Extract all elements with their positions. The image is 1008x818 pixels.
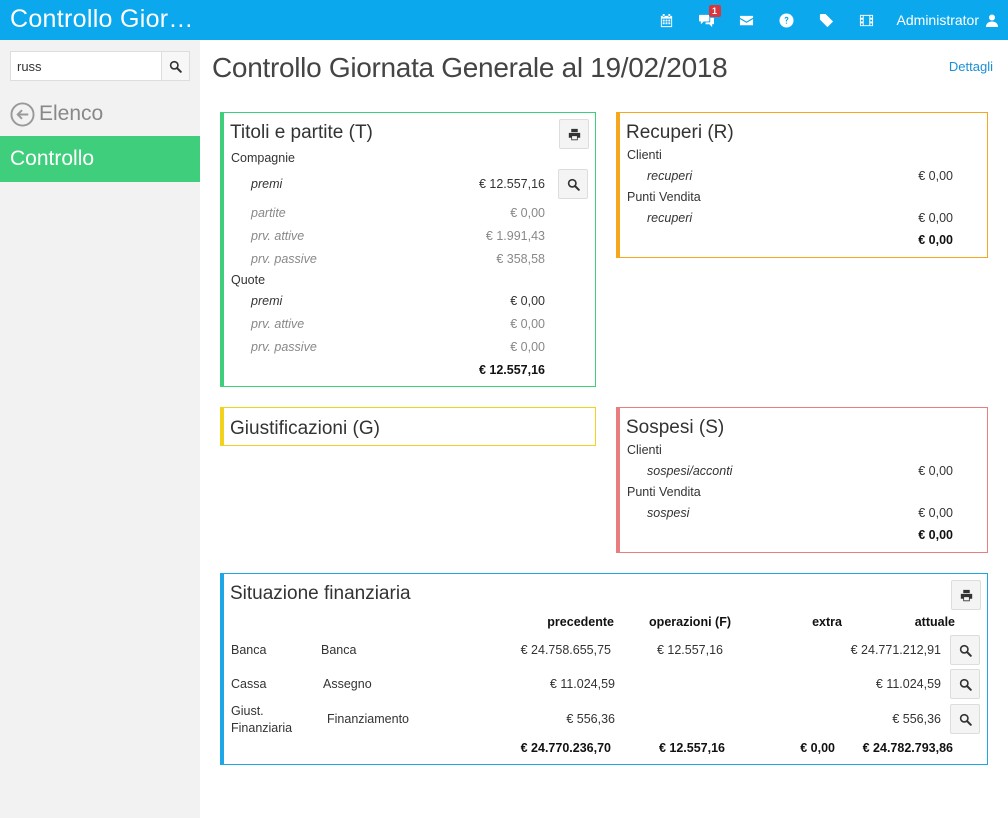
search-input[interactable]: [10, 51, 161, 81]
fin-row-name: Assegno: [323, 677, 372, 691]
calendar-icon[interactable]: [647, 0, 687, 40]
titoli-title: Titoli e partite (T): [230, 122, 373, 143]
user-menu[interactable]: Administrator: [887, 0, 1008, 40]
fin-row-name: Finanziamento: [327, 712, 409, 726]
recuperi-group-clienti: Clienti: [627, 148, 662, 162]
finanziaria-print-button[interactable]: [951, 580, 981, 610]
sidebar-item-controllo[interactable]: Controllo: [0, 136, 200, 182]
fin-row-type-line1: Giust.: [231, 704, 264, 718]
search-icon: [959, 678, 972, 691]
search-button[interactable]: [161, 51, 190, 81]
titoli-print-button[interactable]: [559, 119, 589, 149]
fin-row-attuale: € 11.024,59: [875, 677, 941, 691]
print-icon: [960, 589, 972, 601]
fin-row-precedente: € 556,36: [566, 712, 615, 726]
titoli-row-value: € 0,00: [510, 340, 545, 354]
sospesi-row-label: sospesi/acconti: [647, 464, 733, 478]
user-name: Administrator: [896, 12, 979, 28]
back-to-list[interactable]: Elenco: [10, 100, 103, 128]
sospesi-row-label: sospesi: [647, 506, 690, 520]
titoli-row-label: prv. passive: [251, 340, 317, 354]
col-header-operazioni: operazioni (F): [649, 615, 731, 629]
fin-total-extra: € 0,00: [800, 741, 835, 755]
fin-row-type: Banca: [231, 643, 267, 657]
titoli-row-value: € 12.557,16: [478, 177, 545, 191]
fin-row-precedente: € 24.758.655,75: [520, 643, 611, 657]
fin-row-attuale: € 24.771.212,91: [850, 643, 941, 657]
recuperi-row-value: € 0,00: [918, 169, 953, 183]
titoli-row-value: € 358,58: [496, 252, 545, 266]
recuperi-row-label: recuperi: [647, 211, 693, 225]
titoli-row-value: € 0,00: [510, 317, 545, 331]
fin-total-attuale: € 24.782.793,86: [862, 741, 953, 755]
fin-row-operazioni: € 12.557,16: [656, 643, 723, 657]
tags-icon[interactable]: [807, 0, 847, 40]
titoli-premi-search-button[interactable]: [558, 169, 588, 199]
fin-row-type-line2: Finanziaria: [231, 721, 293, 735]
search-icon: [169, 60, 182, 73]
titoli-row-value: € 0,00: [510, 206, 545, 220]
recuperi-group-punti-vendita: Punti Vendita: [627, 190, 701, 204]
search-icon: [567, 178, 580, 191]
finanziaria-title: Situazione finanziaria: [230, 583, 411, 604]
titoli-total: € 12.557,16: [478, 363, 545, 377]
fin-row-search-button[interactable]: [950, 704, 980, 734]
titoli-row-label: prv. attive: [251, 317, 305, 331]
arrow-left-circle-icon: [10, 101, 35, 127]
titoli-row-label: prv. passive: [251, 252, 317, 266]
titoli-row-value: € 0,00: [510, 294, 545, 308]
recuperi-card: Recuperi (R) Clienti recuperi € 0,00 Pun…: [616, 112, 988, 258]
giustificazioni-card: Giustificazioni (G): [220, 407, 596, 446]
search-icon: [959, 644, 972, 657]
help-icon[interactable]: [767, 0, 807, 40]
titoli-row-label: prv. attive: [251, 229, 305, 243]
titoli-row-label: partite: [251, 206, 286, 220]
fin-row-type: Cassa: [231, 677, 267, 691]
sospesi-title: Sospesi (S): [626, 417, 725, 438]
sospesi-group-clienti: Clienti: [627, 443, 662, 457]
print-icon: [568, 128, 580, 140]
fin-total-operazioni: € 12.557,16: [658, 741, 725, 755]
notification-badge: 1: [708, 5, 721, 17]
chat-icon[interactable]: 1: [687, 0, 727, 40]
details-link[interactable]: Dettagli: [949, 59, 993, 74]
titoli-row-label: premi: [251, 177, 283, 191]
sospesi-row-value: € 0,00: [918, 506, 953, 520]
fin-row-name: Banca: [321, 643, 357, 657]
user-icon: [986, 14, 998, 27]
sospesi-total: € 0,00: [918, 528, 953, 542]
recuperi-row-value: € 0,00: [918, 211, 953, 225]
sospesi-card: Sospesi (S) Clienti sospesi/acconti € 0,…: [616, 407, 988, 553]
titoli-group-compagnie: Compagnie: [231, 151, 295, 165]
fin-total-precedente: € 24.770.236,70: [520, 741, 611, 755]
app-title[interactable]: Controllo Gior…: [10, 5, 194, 34]
titoli-row-label: premi: [251, 294, 283, 308]
giustificazioni-title: Giustificazioni (G): [230, 418, 380, 439]
recuperi-row-label: recuperi: [647, 169, 693, 183]
sospesi-row-value: € 0,00: [918, 464, 953, 478]
envelope-icon[interactable]: [727, 0, 767, 40]
sidebar: Elenco Controllo: [0, 40, 200, 818]
search-box: [10, 51, 190, 81]
top-icons: 1 Administrator: [647, 0, 1008, 40]
col-header-attuale: attuale: [914, 615, 955, 629]
page-title: Controllo Giornata Generale al 19/02/201…: [212, 52, 728, 83]
back-label: Elenco: [39, 102, 104, 125]
fin-row-precedente: € 11.024,59: [549, 677, 615, 691]
finanziaria-card: Situazione finanziaria precedente operaz…: [220, 573, 988, 765]
recuperi-title: Recuperi (R): [626, 122, 734, 143]
fin-row-attuale: € 556,36: [892, 712, 941, 726]
col-header-precedente: precedente: [547, 615, 614, 629]
top-bar: Controllo Gior… 1 Administrator: [0, 0, 1008, 40]
search-icon: [959, 713, 972, 726]
titoli-row-value: € 1.991,43: [485, 229, 545, 243]
recuperi-total: € 0,00: [918, 233, 953, 247]
sospesi-group-punti-vendita: Punti Vendita: [627, 485, 701, 499]
col-header-extra: extra: [812, 615, 842, 629]
titoli-card: Titoli e partite (T) Compagnie premi € 1…: [220, 112, 596, 387]
fin-row-search-button[interactable]: [950, 669, 980, 699]
fin-row-search-button[interactable]: [950, 635, 980, 665]
film-icon[interactable]: [847, 0, 887, 40]
titoli-group-quote: Quote: [231, 273, 266, 287]
